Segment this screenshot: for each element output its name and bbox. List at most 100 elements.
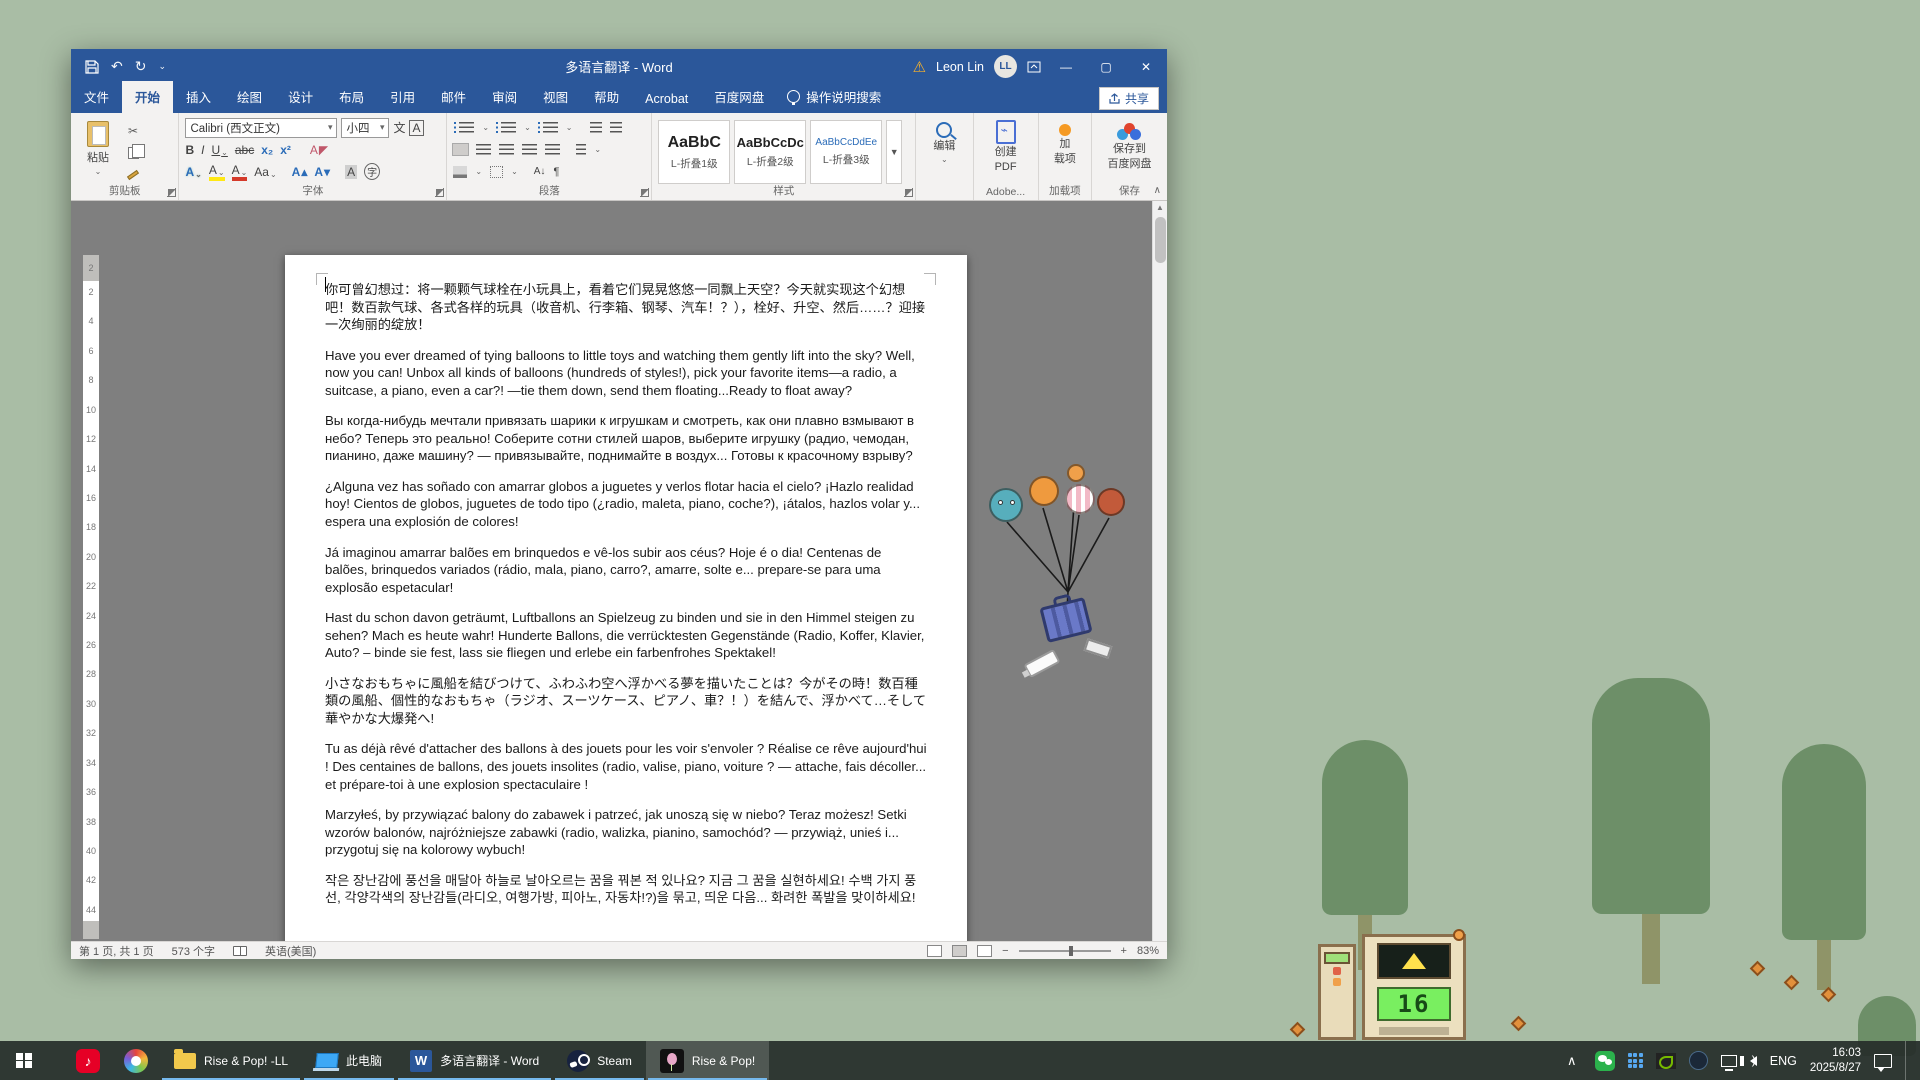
shading-button[interactable] — [453, 166, 467, 178]
underline-button[interactable]: U⌄ — [211, 143, 227, 157]
create-pdf-button[interactable]: 创建 PDF — [991, 118, 1021, 184]
font-dialog-launcher[interactable] — [435, 188, 444, 197]
subscript-button[interactable]: x₂ — [261, 143, 273, 157]
taskbar-item-word[interactable]: W 多语言翻译 - Word — [396, 1041, 553, 1080]
tab-review[interactable]: 审阅 — [479, 81, 530, 113]
paragraph-spanish[interactable]: ¿Alguna vez has soñado con amarrar globo… — [325, 478, 927, 531]
taskbar-item-this-pc[interactable]: 此电脑 — [302, 1041, 396, 1080]
tab-insert[interactable]: 插入 — [173, 81, 224, 113]
save-to-baidu-button[interactable]: 保存到 百度网盘 — [1103, 118, 1155, 184]
save-icon[interactable] — [85, 60, 99, 74]
style-card-level2[interactable]: AaBbCcDc L-折叠2级 — [734, 120, 806, 184]
read-mode-button[interactable] — [927, 945, 942, 957]
borders-button[interactable] — [490, 166, 503, 178]
paragraph-english[interactable]: Have you ever dreamed of tying balloons … — [325, 347, 927, 400]
zoom-in-button[interactable]: + — [1121, 945, 1127, 957]
language-indicator[interactable]: 英语(美国) — [265, 943, 316, 959]
line-spacing-button[interactable] — [576, 144, 586, 155]
tab-draw[interactable]: 绘图 — [224, 81, 275, 113]
sort-button[interactable]: A↓ — [534, 166, 546, 177]
tell-me-search[interactable]: 操作说明搜索 — [787, 87, 881, 113]
warning-icon[interactable]: ⚠ — [913, 58, 926, 76]
styles-dialog-launcher[interactable] — [904, 188, 913, 197]
taskbar-item-steam[interactable]: Steam — [553, 1041, 646, 1080]
tab-references[interactable]: 引用 — [377, 81, 428, 113]
tab-design[interactable]: 设计 — [275, 81, 326, 113]
tab-view[interactable]: 视图 — [530, 81, 581, 113]
paragraph-japanese[interactable]: 小さなおもちゃに風船を結びつけて、ふわふわ空へ浮かべる夢を描いたことは？今がその… — [325, 675, 927, 728]
undo-button[interactable]: ↶ — [111, 58, 123, 75]
account-name[interactable]: Leon Lin — [936, 60, 984, 74]
zoom-slider[interactable] — [1019, 950, 1111, 952]
phonetic-guide-button[interactable]: 文 — [393, 119, 405, 136]
taskbar-item-folder[interactable]: Rise & Pop! -LL — [160, 1041, 302, 1080]
text-effects-button[interactable]: A⌄ — [185, 165, 201, 179]
clipboard-dialog-launcher[interactable] — [167, 188, 176, 197]
app-grid-icon[interactable] — [1628, 1053, 1643, 1068]
multilevel-list-button[interactable] — [543, 122, 558, 133]
justify-button[interactable] — [522, 144, 537, 155]
zoom-slider-thumb[interactable] — [1069, 946, 1073, 956]
format-painter-button[interactable] — [123, 166, 143, 183]
font-color-button[interactable]: A⌄ — [232, 163, 248, 181]
style-card-level1[interactable]: AaBbC L-折叠1级 — [658, 120, 730, 184]
show-desktop-button[interactable] — [1905, 1041, 1910, 1080]
taskbar-item-game[interactable]: Rise & Pop! — [646, 1041, 769, 1080]
page-indicator[interactable]: 第 1 页, 共 1 页 — [79, 943, 154, 959]
font-size-combo[interactable]: 小四▾ — [341, 118, 389, 138]
highlight-color-button[interactable]: A⌄ — [209, 163, 225, 181]
taskbar-clock[interactable]: 16:03 2025/8/27 — [1810, 1046, 1861, 1075]
align-center-button[interactable] — [476, 144, 491, 155]
clear-formatting-button[interactable]: A◤ — [310, 143, 328, 157]
minimize-button[interactable]: — — [1051, 52, 1081, 82]
tab-layout[interactable]: 布局 — [326, 81, 377, 113]
show-marks-button[interactable]: ¶ — [553, 166, 559, 178]
web-layout-button[interactable] — [977, 945, 992, 957]
speaker-icon[interactable] — [1750, 1056, 1757, 1066]
paragraph-dialog-launcher[interactable] — [640, 188, 649, 197]
tab-acrobat[interactable]: Acrobat — [632, 86, 701, 113]
avatar[interactable]: LL — [994, 55, 1017, 78]
editing-button[interactable]: 编辑 ⌄ — [929, 118, 959, 184]
proofing-icon[interactable] — [233, 946, 247, 956]
qat-customize-button[interactable]: ⌄ — [158, 61, 166, 72]
grow-font-button[interactable]: A▴ — [292, 165, 308, 179]
zoom-out-button[interactable]: − — [1002, 945, 1008, 957]
scroll-up-arrow[interactable]: ▲ — [1153, 201, 1167, 215]
style-card-level3[interactable]: AaBbCcDdEe L-折叠3级 — [810, 120, 882, 184]
photos-app-button[interactable] — [112, 1041, 160, 1080]
network-icon[interactable] — [1721, 1055, 1737, 1067]
distribute-button[interactable] — [545, 144, 560, 155]
redo-button[interactable]: ↻ — [135, 58, 147, 75]
addins-button[interactable]: 加 载项 — [1050, 118, 1080, 184]
close-button[interactable]: ✕ — [1131, 52, 1161, 82]
steam-tray-icon[interactable] — [1689, 1051, 1708, 1070]
tab-file[interactable]: 文件 — [71, 81, 122, 113]
paste-button[interactable]: 粘贴 ⌄ — [77, 118, 119, 184]
enclose-characters-button[interactable]: 字 — [364, 163, 380, 180]
paragraph-polish[interactable]: Marzyłeś, by przywiązać balony do zabawe… — [325, 806, 927, 859]
language-switcher[interactable]: ENG — [1770, 1054, 1797, 1068]
change-case-button[interactable]: Aa⌄ — [254, 165, 276, 179]
tab-mailings[interactable]: 邮件 — [428, 81, 479, 113]
character-shading-button[interactable]: A — [345, 165, 357, 179]
tray-chevron-icon[interactable]: ∧ — [1562, 1051, 1582, 1071]
vertical-ruler[interactable]: 2 24681012141618202224262830323436384042… — [83, 255, 99, 939]
bold-button[interactable]: B — [185, 143, 194, 157]
word-count[interactable]: 573 个字 — [172, 943, 215, 959]
paragraph-french[interactable]: Tu as déjà rêvé d'attacher des ballons à… — [325, 740, 927, 793]
align-right-button[interactable] — [499, 144, 514, 155]
document-page[interactable]: 你可曾幻想过：将一颗颗气球栓在小玩具上，看着它们晃晃悠悠一同飘上天空？今天就实现… — [285, 255, 967, 941]
maximize-button[interactable]: ▢ — [1091, 52, 1121, 82]
share-button[interactable]: 共享 — [1099, 87, 1159, 110]
paragraph-portuguese[interactable]: Já imaginou amarrar balões em brinquedos… — [325, 544, 927, 597]
zoom-percentage[interactable]: 83% — [1137, 945, 1159, 957]
paragraph-russian[interactable]: Вы когда-нибудь мечтали привязать шарики… — [325, 412, 927, 465]
strikethrough-button[interactable]: abc — [235, 143, 254, 157]
styles-gallery-more-button[interactable]: ▼ — [886, 120, 902, 184]
tab-home[interactable]: 开始 — [122, 81, 173, 113]
shrink-font-button[interactable]: A▾ — [314, 165, 330, 179]
paragraph-korean[interactable]: 작은 장난감에 풍선을 매달아 하늘로 날아오르는 꿈을 꿔본 적 있나요? 지… — [325, 872, 927, 907]
cut-button[interactable]: ✂ — [123, 122, 143, 139]
paragraph-chinese[interactable]: 你可曾幻想过：将一颗颗气球栓在小玩具上，看着它们晃晃悠悠一同飘上天空？今天就实现… — [325, 281, 927, 334]
